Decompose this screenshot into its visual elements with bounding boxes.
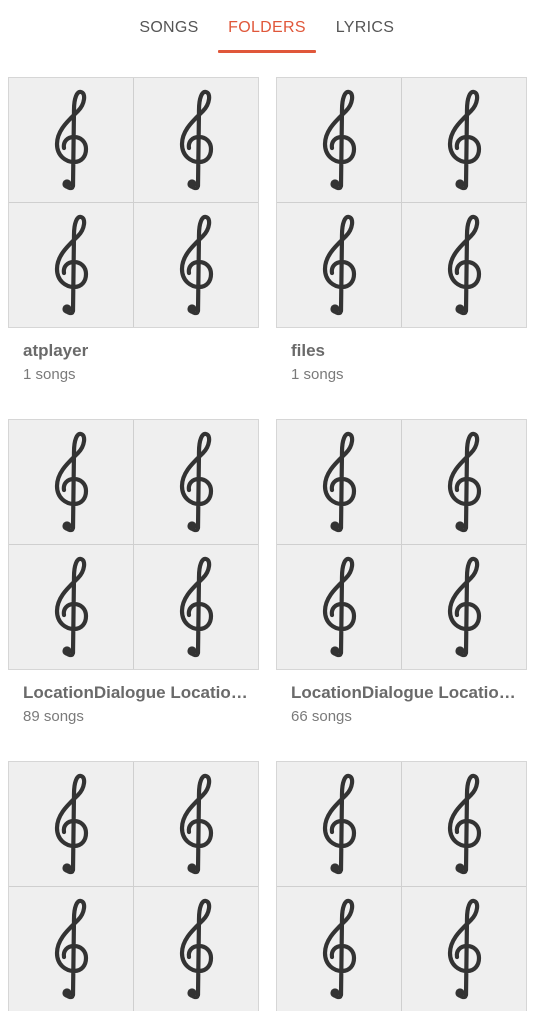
treble-clef-icon [176, 213, 216, 317]
art-tile [402, 420, 526, 544]
art-tile [134, 887, 258, 1011]
art-tile [134, 545, 258, 669]
art-tile [402, 887, 526, 1011]
art-tile [134, 78, 258, 202]
art-tile [402, 545, 526, 669]
art-tile [277, 78, 401, 202]
folder-name: atplayer [23, 341, 89, 360]
folder-card[interactable] [9, 762, 258, 1011]
art-tile [134, 420, 258, 544]
art-tile [134, 762, 258, 886]
folder-song-count: 66 songs [291, 708, 352, 725]
art-tile [277, 420, 401, 544]
art-tile [402, 762, 526, 886]
treble-clef-icon [444, 772, 484, 876]
treble-clef-icon [176, 772, 216, 876]
folder-name: LocationDialogue LocationDialogue [291, 683, 516, 702]
treble-clef-icon [319, 213, 359, 317]
art-tile [277, 762, 401, 886]
art-tile [9, 762, 133, 886]
folder-art [9, 420, 258, 669]
art-tile [9, 887, 133, 1011]
art-tile [9, 78, 133, 202]
treble-clef-icon [444, 430, 484, 534]
treble-clef-icon [51, 555, 91, 659]
art-tile [9, 203, 133, 327]
treble-clef-icon [51, 430, 91, 534]
folder-song-count: 89 songs [23, 708, 84, 725]
treble-clef-icon [444, 88, 484, 192]
art-tile [402, 203, 526, 327]
treble-clef-icon [319, 897, 359, 1001]
treble-clef-icon [444, 897, 484, 1001]
folder-song-count: 1 songs [23, 366, 76, 383]
treble-clef-icon [176, 88, 216, 192]
folder-song-count: 1 songs [291, 366, 344, 383]
folder-grid: atplayer 1 songs files 1 songs LocationD… [0, 0, 535, 1011]
folder-card[interactable]: LocationDialogue LocationDialogue 66 son… [277, 420, 526, 725]
art-tile [9, 420, 133, 544]
art-tile [134, 203, 258, 327]
treble-clef-icon [51, 213, 91, 317]
folder-name: files [291, 341, 326, 360]
art-tile [277, 545, 401, 669]
treble-clef-icon [51, 897, 91, 1001]
treble-clef-icon [51, 772, 91, 876]
treble-clef-icon [319, 772, 359, 876]
folder-art [9, 78, 258, 327]
folder-card[interactable] [277, 762, 526, 1011]
treble-clef-icon [319, 88, 359, 192]
folder-name: LocationDialogue LocationDialogue [23, 683, 248, 702]
art-tile [277, 887, 401, 1011]
folder-card[interactable]: files 1 songs [277, 78, 526, 383]
treble-clef-icon [176, 430, 216, 534]
art-tile [9, 545, 133, 669]
folder-card[interactable]: LocationDialogue LocationDialogue 89 son… [9, 420, 258, 725]
treble-clef-icon [176, 555, 216, 659]
art-tile [402, 78, 526, 202]
treble-clef-icon [444, 555, 484, 659]
treble-clef-icon [319, 555, 359, 659]
folder-card[interactable]: atplayer 1 songs [9, 78, 258, 383]
treble-clef-icon [444, 213, 484, 317]
folder-art [277, 420, 526, 669]
folder-art [9, 762, 258, 1011]
folder-art [277, 762, 526, 1011]
treble-clef-icon [319, 430, 359, 534]
treble-clef-icon [51, 88, 91, 192]
treble-clef-icon [176, 897, 216, 1001]
folder-art [277, 78, 526, 327]
art-tile [277, 203, 401, 327]
